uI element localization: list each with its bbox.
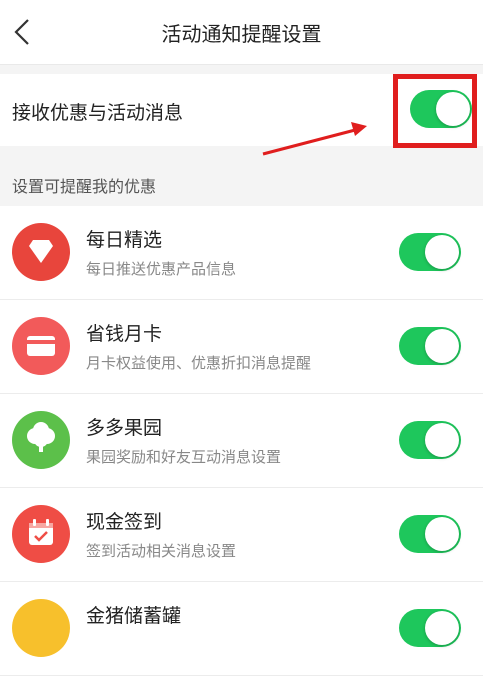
orchard-toggle[interactable] bbox=[399, 421, 461, 459]
item-desc: 果园奖励和好友互动消息设置 bbox=[86, 448, 282, 466]
list-item-piggy-bank: 金猪储蓄罐 bbox=[0, 582, 483, 676]
cash-signin-toggle[interactable] bbox=[399, 515, 461, 553]
list-item-daily-picks: 每日精选 每日推送优惠产品信息 bbox=[0, 206, 483, 300]
main-setting-label: 接收优惠与活动消息 bbox=[12, 102, 184, 124]
piggy-bank-toggle[interactable] bbox=[399, 609, 461, 647]
section-title: 设置可提醒我的优惠 bbox=[12, 177, 157, 196]
highlight-box bbox=[393, 74, 477, 148]
toggle-knob bbox=[425, 423, 459, 457]
item-name: 金猪储蓄罐 bbox=[86, 605, 182, 627]
calendar-check-icon bbox=[12, 505, 70, 563]
tree-icon bbox=[12, 411, 70, 469]
item-name: 多多果园 bbox=[86, 417, 163, 439]
diamond-icon bbox=[12, 223, 70, 281]
list-item-orchard: 多多果园 果园奖励和好友互动消息设置 bbox=[0, 394, 483, 488]
item-name: 每日精选 bbox=[86, 229, 163, 251]
daily-picks-toggle[interactable] bbox=[399, 233, 461, 271]
item-desc: 每日推送优惠产品信息 bbox=[86, 260, 237, 278]
item-desc: 签到活动相关消息设置 bbox=[86, 542, 237, 560]
toggle-knob bbox=[425, 235, 459, 269]
item-name: 现金签到 bbox=[86, 511, 163, 533]
item-name: 省钱月卡 bbox=[86, 323, 163, 345]
offer-list: 每日精选 每日推送优惠产品信息 省钱月卡 月卡权益使用、优惠折扣消息提醒 多多果… bbox=[0, 206, 483, 676]
toggle-knob bbox=[425, 329, 459, 363]
annotation-arrow-icon bbox=[262, 122, 367, 156]
card-icon bbox=[12, 317, 70, 375]
monthly-card-toggle[interactable] bbox=[399, 327, 461, 365]
item-desc: 月卡权益使用、优惠折扣消息提醒 bbox=[86, 354, 312, 372]
list-item-cash-signin: 现金签到 签到活动相关消息设置 bbox=[0, 488, 483, 582]
toggle-knob bbox=[425, 517, 459, 551]
toggle-knob bbox=[425, 611, 459, 645]
page-title: 活动通知提醒设置 bbox=[161, 22, 322, 46]
list-item-monthly-card: 省钱月卡 月卡权益使用、优惠折扣消息提醒 bbox=[0, 300, 483, 394]
header-bar: 活动通知提醒设置 bbox=[0, 0, 483, 65]
